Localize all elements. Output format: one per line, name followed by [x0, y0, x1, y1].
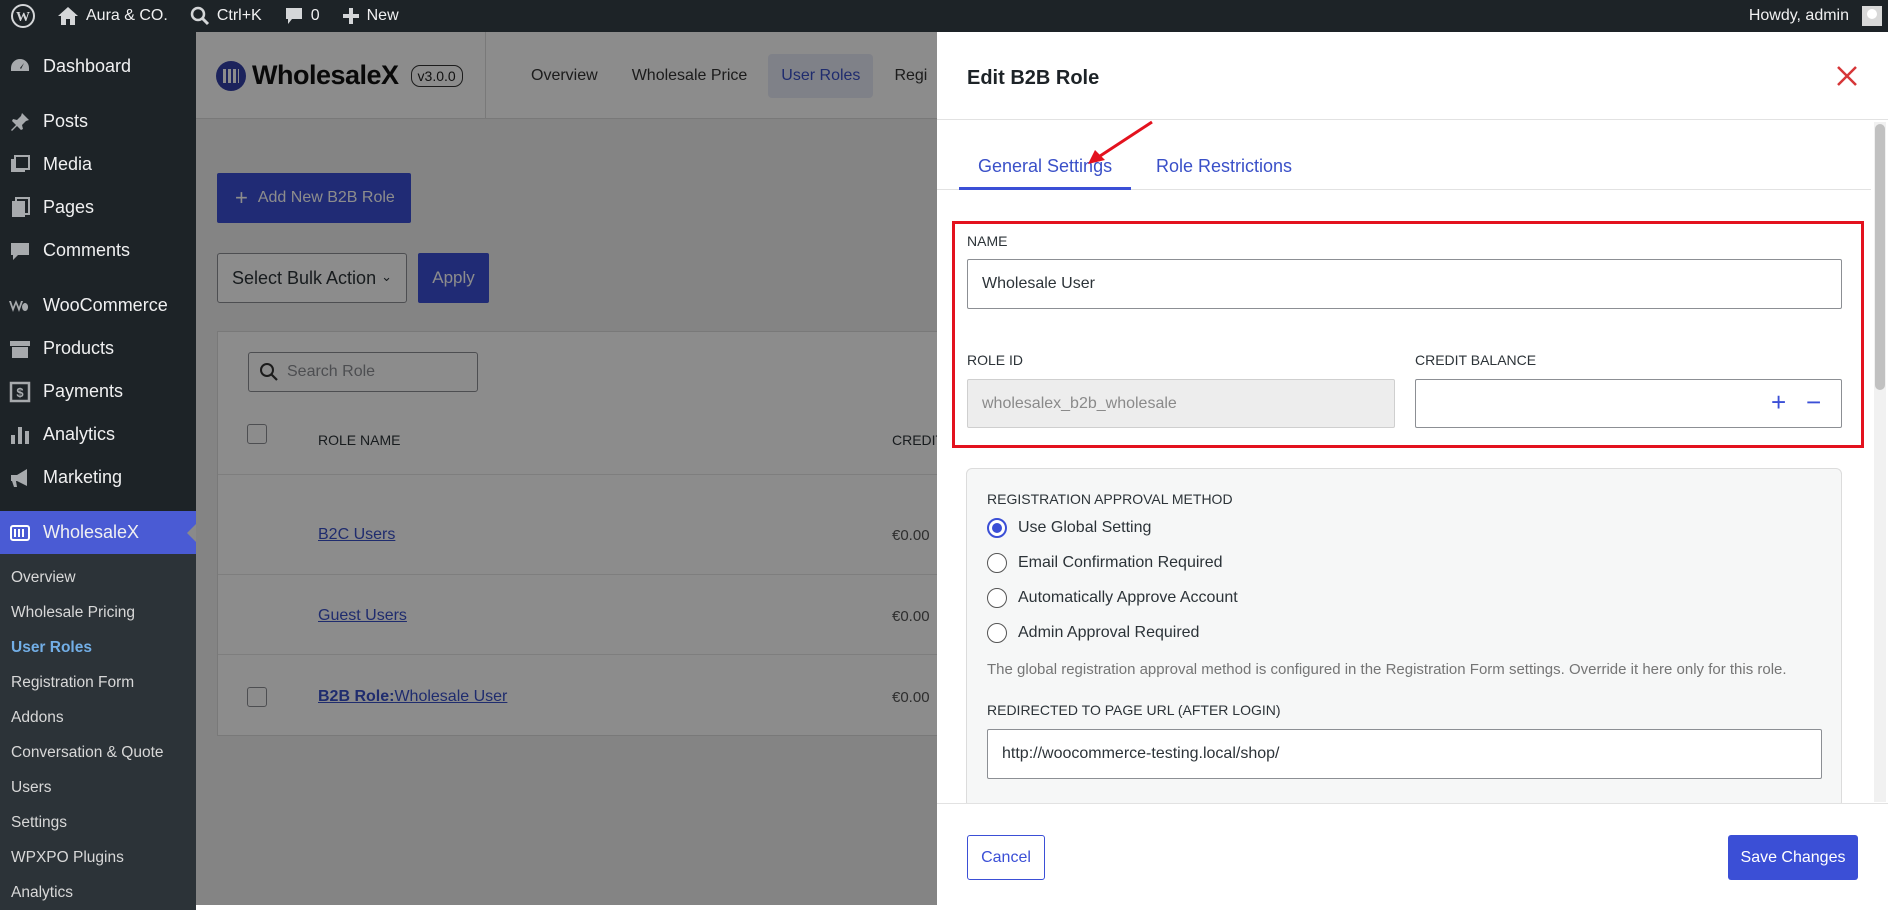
- modal-header: Edit B2B Role: [937, 32, 1888, 120]
- submenu-item-wholesale-pricing[interactable]: Wholesale Pricing: [0, 595, 196, 630]
- sidebar-item-media[interactable]: Media: [0, 143, 196, 186]
- radio-label: Use Global Setting: [1018, 519, 1152, 536]
- sidebar-item-label: Comments: [43, 240, 131, 260]
- sidebar-item-label: WholesaleX: [43, 522, 140, 542]
- sidebar-item-comments[interactable]: Comments: [0, 229, 196, 272]
- radio-label: Admin Approval Required: [1018, 624, 1200, 641]
- search-icon: [190, 6, 209, 26]
- site-name-link[interactable]: Aura & CO.: [46, 0, 179, 32]
- sidebar-item-label: Media: [43, 154, 93, 174]
- comment-icon: [285, 8, 302, 24]
- annotation-arrow-icon: [1088, 120, 1153, 164]
- credit-balance-label: CREDIT BALANCE: [1415, 352, 1537, 368]
- submenu-item-addons[interactable]: Addons: [0, 700, 196, 735]
- sidebar-item-dashboard[interactable]: Dashboard: [0, 45, 196, 88]
- plus-icon[interactable]: +: [1771, 389, 1786, 415]
- modal-tabs: General Settings Role Restrictions: [937, 120, 1871, 190]
- sidebar-item-marketing[interactable]: Marketing: [0, 456, 196, 499]
- role-id-label: ROLE ID: [967, 352, 1024, 368]
- tab-role-restrictions[interactable]: Role Restrictions: [1156, 156, 1292, 177]
- sidebar-item-label: Marketing: [43, 467, 123, 487]
- woo-icon: [9, 299, 29, 312]
- radio-icon: [987, 623, 1007, 643]
- plus-icon: [342, 8, 359, 24]
- radio-selected-icon: [987, 518, 1007, 538]
- pages-icon: [12, 196, 30, 217]
- sidebar-item-analytics[interactable]: Analytics: [0, 413, 196, 456]
- wordpress-logo-icon[interactable]: W: [0, 0, 46, 32]
- sidebar-item-pages[interactable]: Pages: [0, 186, 196, 229]
- name-input[interactable]: Wholesale User: [967, 259, 1842, 309]
- svg-text:W: W: [16, 10, 30, 25]
- admin-sidebar: Dashboard Posts Media Pages Comments Woo…: [0, 32, 197, 910]
- radio-email-confirmation[interactable]: Email Confirmation Required: [987, 553, 1223, 573]
- sidebar-item-label: Analytics: [43, 424, 116, 444]
- site-name: Aura & CO.: [86, 7, 168, 24]
- sidebar-item-label: Pages: [43, 197, 95, 217]
- name-label: NAME: [967, 233, 1008, 249]
- sidebar-item-label: Payments: [43, 381, 124, 401]
- modal-title: Edit B2B Role: [967, 67, 1100, 89]
- sidebar-item-payments[interactable]: $ Payments: [0, 370, 196, 413]
- comments-count: 0: [310, 7, 320, 24]
- search-shortcut: Ctrl+K: [216, 7, 262, 24]
- redirect-url-input[interactable]: http://woocommerce-testing.local/shop/: [987, 729, 1822, 779]
- avatar: [1862, 6, 1882, 26]
- howdy-text: Howdy, admin: [1748, 7, 1849, 24]
- radio-label: Email Confirmation Required: [1018, 554, 1223, 571]
- svg-text:$: $: [16, 385, 24, 400]
- save-changes-button[interactable]: Save Changes: [1728, 835, 1858, 880]
- submenu-item-conversation-quote[interactable]: Conversation & Quote: [0, 735, 196, 770]
- radio-icon: [987, 553, 1007, 573]
- archive-icon: [10, 340, 30, 358]
- pin-icon: [11, 112, 29, 131]
- sidebar-submenu: Overview Wholesale Pricing User Roles Re…: [0, 554, 196, 910]
- comments-link[interactable]: 0: [273, 0, 331, 32]
- sidebar-item-wholesalex[interactable]: WholesaleX: [0, 511, 197, 554]
- submenu-item-users[interactable]: Users: [0, 770, 196, 805]
- home-icon: [58, 7, 78, 25]
- radio-auto-approve[interactable]: Automatically Approve Account: [987, 588, 1238, 608]
- redirect-url-label: REDIRECTED TO PAGE URL (AFTER LOGIN): [987, 702, 1281, 718]
- submenu-item-wpxpo-plugins[interactable]: WPXPO Plugins: [0, 840, 196, 875]
- submenu-item-overview[interactable]: Overview: [0, 560, 196, 595]
- media-icon: [11, 154, 30, 172]
- registration-approval-label: REGISTRATION APPROVAL METHOD: [987, 491, 1233, 507]
- submenu-item-settings[interactable]: Settings: [0, 805, 196, 840]
- user-account-menu[interactable]: Howdy, admin: [1738, 0, 1888, 32]
- minus-icon[interactable]: −: [1806, 389, 1821, 415]
- sidebar-item-products[interactable]: Products: [0, 327, 196, 370]
- sidebar-item-label: Posts: [43, 111, 89, 131]
- role-id-input: wholesalex_b2b_wholesale: [967, 379, 1395, 428]
- wholesalex-icon: [10, 524, 30, 541]
- admin-bar: W Aura & CO. Ctrl+K 0 New Howdy, admin: [0, 0, 1888, 32]
- registration-help-text: The global registration approval method …: [987, 661, 1787, 678]
- command-search[interactable]: Ctrl+K: [179, 0, 273, 32]
- bar-chart-icon: [11, 426, 29, 444]
- submenu-item-registration-form[interactable]: Registration Form: [0, 665, 196, 700]
- megaphone-icon: [11, 468, 27, 487]
- radio-use-global-setting[interactable]: Use Global Setting: [987, 518, 1151, 538]
- sidebar-item-label: WooCommerce: [43, 295, 168, 315]
- radio-label: Automatically Approve Account: [1018, 589, 1238, 606]
- new-content-link[interactable]: New: [331, 0, 410, 32]
- dollar-icon: $: [9, 381, 31, 402]
- cancel-button[interactable]: Cancel: [967, 835, 1045, 880]
- sidebar-item-label: Dashboard: [43, 56, 132, 76]
- sidebar-item-posts[interactable]: Posts: [0, 100, 196, 143]
- close-icon[interactable]: [1834, 63, 1860, 89]
- sidebar-item-label: Products: [43, 338, 115, 358]
- submenu-item-user-roles[interactable]: User Roles: [0, 630, 196, 665]
- dashboard-icon: [11, 58, 29, 71]
- radio-admin-approval[interactable]: Admin Approval Required: [987, 623, 1199, 643]
- sidebar-item-woocommerce[interactable]: WooCommerce: [0, 284, 196, 327]
- radio-icon: [987, 588, 1007, 608]
- comment-icon: [11, 242, 29, 260]
- scrollbar-thumb[interactable]: [1875, 124, 1885, 390]
- new-label: New: [366, 7, 399, 24]
